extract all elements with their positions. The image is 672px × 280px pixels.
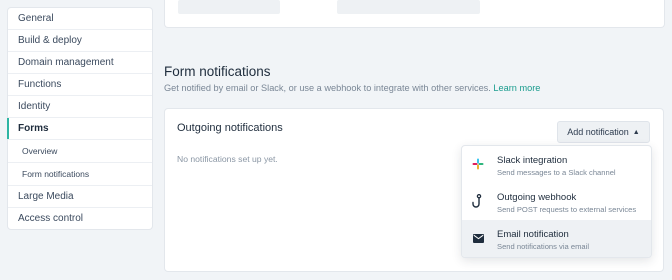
add-notification-menu: Slack integration Send messages to a Sla… [461, 145, 652, 258]
empty-state-text: No notifications set up yet. [177, 154, 278, 164]
learn-more-link[interactable]: Learn more [493, 83, 540, 93]
sidebar-item-access-control[interactable]: Access control [8, 208, 152, 229]
menu-item-title: Slack integration [497, 155, 568, 166]
sidebar-subitem-overview[interactable]: Overview [8, 140, 152, 163]
section-description: Get notified by email or Slack, or use a… [164, 83, 540, 93]
add-notification-button[interactable]: Add notification ▲ [557, 121, 650, 143]
menu-item-subtitle: Send notifications via email [497, 242, 590, 251]
section-title: Form notifications [164, 64, 271, 79]
sidebar-subitem-form-notifications[interactable]: Form notifications [8, 163, 152, 186]
sidebar-item-identity[interactable]: Identity [8, 96, 152, 118]
menu-item-title: Email notification [497, 229, 569, 240]
sidebar-item-functions[interactable]: Functions [8, 74, 152, 96]
add-notification-label: Add notification [567, 127, 629, 137]
menu-item-email-notification[interactable]: Email notification Send notifications vi… [462, 220, 651, 257]
card-title: Outgoing notifications [177, 122, 283, 134]
menu-item-subtitle: Send POST requests to external services [497, 205, 637, 214]
sidebar-item-forms[interactable]: Forms [7, 118, 152, 140]
menu-item-outgoing-webhook[interactable]: Outgoing webhook Send POST requests to e… [462, 183, 651, 220]
sidebar-item-domain-management[interactable]: Domain management [8, 52, 152, 74]
placeholder-block [178, 0, 280, 14]
chevron-up-icon: ▲ [632, 128, 640, 136]
envelope-icon [472, 232, 484, 244]
section-description-text: Get notified by email or Slack, or use a… [164, 83, 491, 93]
slack-icon [472, 158, 484, 170]
sidebar-item-large-media[interactable]: Large Media [8, 186, 152, 208]
sidebar-item-general[interactable]: General [8, 8, 152, 30]
placeholder-block [337, 0, 480, 14]
menu-item-slack-integration[interactable]: Slack integration Send messages to a Sla… [462, 146, 651, 183]
settings-sidebar: General Build & deploy Domain management… [7, 7, 153, 230]
menu-item-subtitle: Send messages to a Slack channel [497, 168, 616, 177]
sidebar-item-build-deploy[interactable]: Build & deploy [8, 30, 152, 52]
webhook-hook-icon [472, 194, 484, 208]
menu-item-title: Outgoing webhook [497, 192, 577, 203]
previous-section-card [164, 0, 665, 28]
